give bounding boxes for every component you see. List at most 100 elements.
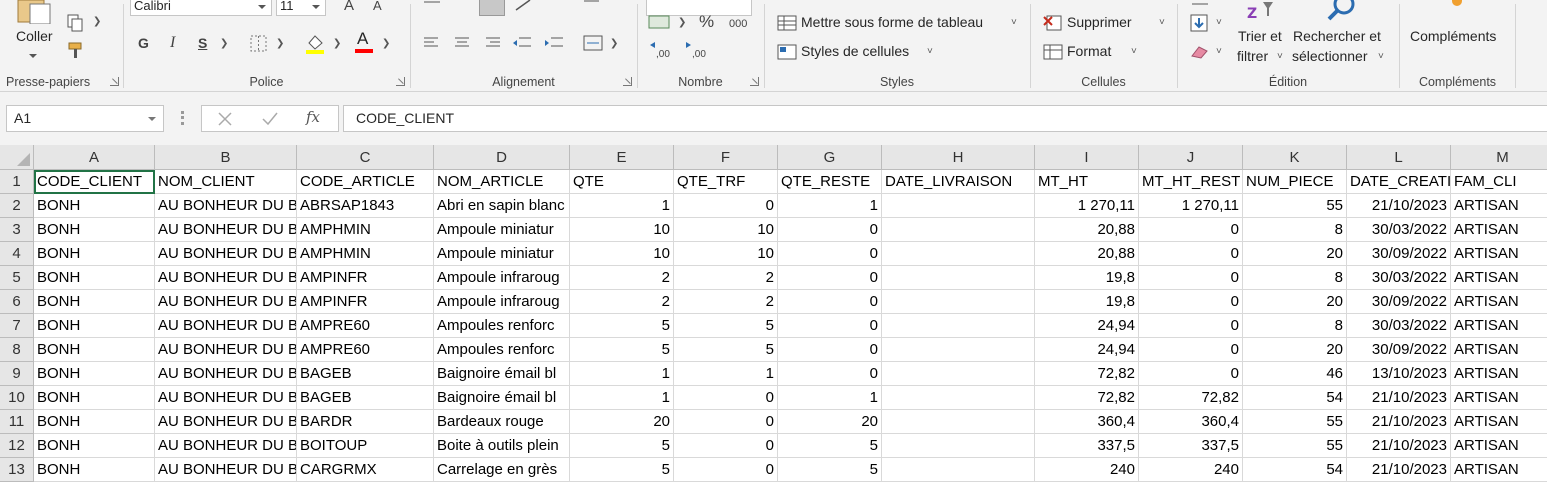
decrease-decimal-button[interactable]: ,00: [686, 42, 716, 64]
select-all-button[interactable]: [0, 145, 34, 170]
row-header-2[interactable]: 2: [0, 194, 34, 218]
cell-m4[interactable]: ARTISAN: [1451, 242, 1547, 266]
increase-decimal-button[interactable]: ,00: [650, 42, 680, 64]
cell-e5[interactable]: 2: [570, 266, 674, 290]
cell-c6[interactable]: AMPINFR: [297, 290, 434, 314]
percent-button[interactable]: %: [699, 13, 714, 30]
cell-m10[interactable]: ARTISAN: [1451, 386, 1547, 410]
cell-m13[interactable]: ARTISAN: [1451, 458, 1547, 482]
cell-i1[interactable]: MT_HT: [1035, 170, 1139, 194]
clipboard-launcher-icon[interactable]: [110, 77, 119, 86]
merge-center-icon[interactable]: [583, 35, 603, 51]
cell-k7[interactable]: 8: [1243, 314, 1347, 338]
cell-i12[interactable]: 337,5: [1035, 434, 1139, 458]
align-right-icon[interactable]: [484, 36, 500, 50]
cell-e12[interactable]: 5: [570, 434, 674, 458]
cancel-icon[interactable]: [217, 111, 233, 127]
find-select-button[interactable]: Rechercher et sélectionner ˅: [1290, 0, 1390, 68]
cell-i10[interactable]: 72,82: [1035, 386, 1139, 410]
cell-j12[interactable]: 337,5: [1139, 434, 1243, 458]
cell-g5[interactable]: 0: [778, 266, 882, 290]
cell-j2[interactable]: 1 270,11: [1139, 194, 1243, 218]
cell-e11[interactable]: 20: [570, 410, 674, 434]
cell-h11[interactable]: [882, 410, 1035, 434]
formula-input[interactable]: CODE_CLIENT: [343, 105, 1547, 132]
cell-j13[interactable]: 240: [1139, 458, 1243, 482]
cell-l4[interactable]: 30/09/2022: [1347, 242, 1451, 266]
cell-l7[interactable]: 30/03/2022: [1347, 314, 1451, 338]
cell-h6[interactable]: [882, 290, 1035, 314]
cell-c10[interactable]: BAGEB: [297, 386, 434, 410]
cell-f9[interactable]: 1: [674, 362, 778, 386]
cell-c13[interactable]: CARGRMX: [297, 458, 434, 482]
cell-f2[interactable]: 0: [674, 194, 778, 218]
cell-b9[interactable]: AU BONHEUR DU B: [155, 362, 297, 386]
cell-i3[interactable]: 20,88: [1035, 218, 1139, 242]
column-header-a[interactable]: A: [34, 145, 155, 170]
cell-i7[interactable]: 24,94: [1035, 314, 1139, 338]
row-header-4[interactable]: 4: [0, 242, 34, 266]
autosum-icon[interactable]: [1192, 0, 1208, 8]
row-header-8[interactable]: 8: [0, 338, 34, 362]
cell-f1[interactable]: QTE_TRF: [674, 170, 778, 194]
underline-dropdown-icon[interactable]: ❯: [220, 38, 228, 49]
cell-c12[interactable]: BOITOUP: [297, 434, 434, 458]
cell-a2[interactable]: BONH: [34, 194, 155, 218]
cell-b7[interactable]: AU BONHEUR DU B: [155, 314, 297, 338]
cell-g8[interactable]: 0: [778, 338, 882, 362]
cell-m11[interactable]: ARTISAN: [1451, 410, 1547, 434]
copy-dropdown-icon[interactable]: ❯: [93, 16, 101, 27]
cell-b12[interactable]: AU BONHEUR DU B: [155, 434, 297, 458]
font-size-select[interactable]: 11: [276, 0, 326, 16]
cell-b6[interactable]: AU BONHEUR DU B: [155, 290, 297, 314]
cell-c11[interactable]: BARDR: [297, 410, 434, 434]
insert-function-button[interactable]: fx: [306, 108, 320, 126]
cell-h1[interactable]: DATE_LIVRAISON: [882, 170, 1035, 194]
sort-filter-button[interactable]: Z Trier et filtrer ˅: [1235, 0, 1287, 68]
row-header-11[interactable]: 11: [0, 410, 34, 434]
cell-l5[interactable]: 30/03/2022: [1347, 266, 1451, 290]
cell-k13[interactable]: 54: [1243, 458, 1347, 482]
italic-button[interactable]: I: [170, 35, 175, 51]
resize-handle-icon[interactable]: [181, 111, 184, 125]
cell-f4[interactable]: 10: [674, 242, 778, 266]
shrink-font-icon[interactable]: A: [373, 0, 382, 14]
cell-c8[interactable]: AMPRE60: [297, 338, 434, 362]
cell-l13[interactable]: 21/10/2023: [1347, 458, 1451, 482]
cell-f3[interactable]: 10: [674, 218, 778, 242]
font-color-button[interactable]: A: [353, 30, 375, 55]
cell-c9[interactable]: BAGEB: [297, 362, 434, 386]
cell-f10[interactable]: 0: [674, 386, 778, 410]
cell-k8[interactable]: 20: [1243, 338, 1347, 362]
align-center-icon[interactable]: [454, 36, 470, 50]
cell-f6[interactable]: 2: [674, 290, 778, 314]
cell-l1[interactable]: DATE_CREATI: [1347, 170, 1451, 194]
accounting-format-icon[interactable]: [648, 14, 670, 30]
cell-m12[interactable]: ARTISAN: [1451, 434, 1547, 458]
cell-g4[interactable]: 0: [778, 242, 882, 266]
cell-c4[interactable]: AMPHMIN: [297, 242, 434, 266]
cell-i13[interactable]: 240: [1035, 458, 1139, 482]
cell-a4[interactable]: BONH: [34, 242, 155, 266]
cell-d2[interactable]: Abri en sapin blanc: [434, 194, 570, 218]
cell-g7[interactable]: 0: [778, 314, 882, 338]
cell-d12[interactable]: Boite à outils plein: [434, 434, 570, 458]
cell-m2[interactable]: ARTISAN: [1451, 194, 1547, 218]
row-header-9[interactable]: 9: [0, 362, 34, 386]
cell-h13[interactable]: [882, 458, 1035, 482]
cell-m3[interactable]: ARTISAN: [1451, 218, 1547, 242]
cell-l10[interactable]: 21/10/2023: [1347, 386, 1451, 410]
cell-e2[interactable]: 1: [570, 194, 674, 218]
clear-icon[interactable]: [1190, 44, 1210, 60]
row-header-6[interactable]: 6: [0, 290, 34, 314]
cell-e7[interactable]: 5: [570, 314, 674, 338]
font-launcher-icon[interactable]: [396, 77, 405, 86]
cell-i9[interactable]: 72,82: [1035, 362, 1139, 386]
cell-b2[interactable]: AU BONHEUR DU B: [155, 194, 297, 218]
align-middle-icon[interactable]: [479, 0, 505, 16]
cell-l3[interactable]: 30/03/2022: [1347, 218, 1451, 242]
cell-i6[interactable]: 19,8: [1035, 290, 1139, 314]
cell-h4[interactable]: [882, 242, 1035, 266]
cell-h12[interactable]: [882, 434, 1035, 458]
cell-b11[interactable]: AU BONHEUR DU B: [155, 410, 297, 434]
